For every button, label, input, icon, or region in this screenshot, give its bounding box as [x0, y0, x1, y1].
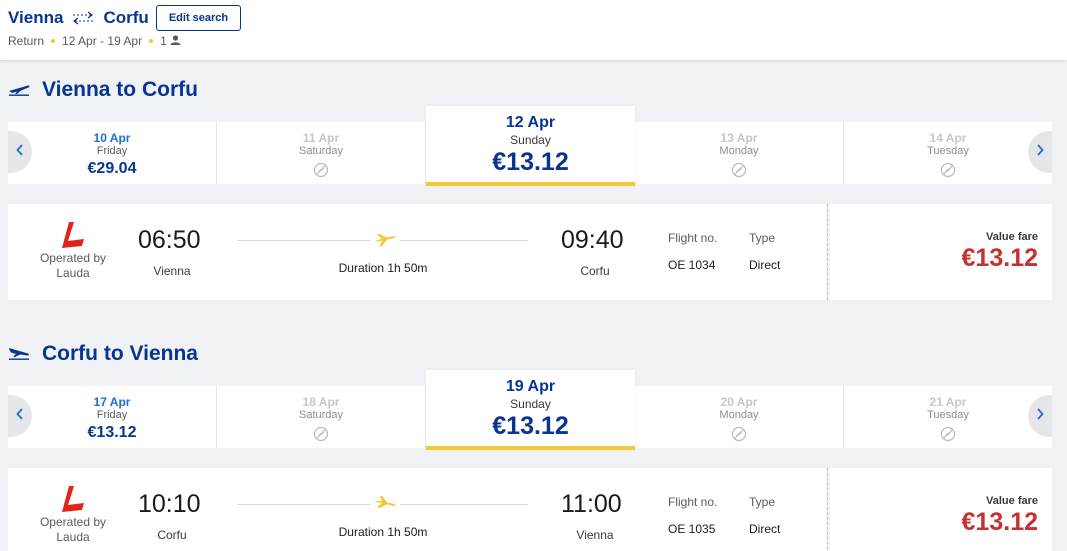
outbound-flight-card[interactable]: Operated by Lauda 06:50 Vienna Duration … — [8, 204, 1052, 300]
weekday-label: Tuesday — [927, 409, 969, 421]
origin-city: Vienna — [8, 8, 64, 27]
operated-by: Operated by Lauda — [39, 251, 107, 280]
arrival-city: Vienna — [576, 528, 614, 542]
fare-box[interactable]: Value fare €13.12 — [830, 204, 1052, 300]
arrival-city: Corfu — [580, 264, 610, 278]
trip-dates: 12 Apr - 19 Apr — [62, 34, 143, 48]
no-flight-icon — [313, 162, 329, 183]
trip-type: Return — [8, 34, 45, 48]
departure-time: 10:10 — [138, 490, 201, 518]
edit-search-button[interactable]: Edit search — [156, 5, 241, 31]
date-label: 20 Apr — [720, 395, 758, 409]
no-flight-icon — [940, 162, 956, 183]
date-label: 12 Apr — [505, 114, 556, 131]
no-flight-icon — [731, 426, 747, 447]
search-summary-bar: Vienna Corfu Edit search Return 12 Apr -… — [0, 0, 1067, 60]
date-label: 11 Apr — [302, 131, 340, 145]
flight-no-label: Flight no. — [668, 495, 718, 509]
lauda-logo — [60, 221, 86, 254]
flight-number: OE 1035 — [668, 522, 716, 536]
date-option: 20 Apr Monday — [635, 386, 844, 448]
flight-details: Operated by Lauda 10:10 Corfu Duration 1… — [8, 468, 826, 551]
chevron-right-icon — [1036, 407, 1044, 425]
fare-price: €13.12 — [961, 508, 1038, 536]
date-option: 18 Apr Saturday — [217, 386, 426, 448]
trip-meta: Return 12 Apr - 19 Apr 1 — [8, 34, 181, 48]
person-icon — [170, 34, 181, 48]
date-label: 18 Apr — [302, 395, 340, 409]
no-flight-icon — [313, 426, 329, 447]
weekday-label: Monday — [719, 145, 759, 157]
date-price: €13.12 — [87, 424, 137, 441]
route-summary: Vienna Corfu — [8, 8, 149, 28]
plane-takeoff-icon — [8, 78, 30, 102]
plane-landing-icon — [8, 342, 30, 366]
date-label: 19 Apr — [505, 378, 556, 395]
date-option[interactable]: 10 Apr Friday €29.04 — [8, 122, 217, 184]
date-label: 13 Apr — [720, 131, 758, 145]
type-label: Type — [749, 495, 776, 509]
passenger-count: 1 — [160, 34, 167, 48]
type-label: Type — [749, 231, 776, 245]
fare-box[interactable]: Value fare €13.12 — [830, 468, 1052, 551]
date-price: €29.04 — [87, 160, 137, 177]
weekday-label: Friday — [96, 145, 128, 157]
arrival-time: 09:40 — [561, 226, 624, 254]
separator-dot — [149, 39, 154, 43]
outbound-title: Vienna to Corfu — [8, 78, 198, 102]
flight-type: Direct — [749, 258, 781, 272]
weekday-label: Sunday — [510, 133, 551, 147]
date-label: 14 Apr — [929, 131, 967, 145]
lauda-logo — [60, 485, 86, 518]
plane-icon — [370, 495, 400, 515]
fare-label: Value fare — [986, 231, 1038, 243]
destination-city: Corfu — [103, 8, 149, 27]
date-price: €13.12 — [492, 148, 569, 176]
inbound-flight-card[interactable]: Operated by Lauda 10:10 Corfu Duration 1… — [8, 468, 1052, 551]
flight-no-label: Flight no. — [668, 231, 718, 245]
swap-arrows-icon — [71, 11, 95, 25]
weekday-label: Sunday — [510, 397, 551, 411]
date-label: 17 Apr — [93, 395, 131, 409]
flight-type: Direct — [749, 522, 781, 536]
weekday-label: Tuesday — [927, 145, 969, 157]
departure-city: Corfu — [157, 528, 187, 542]
selected-date-option[interactable]: 19 Apr Sunday €13.12 — [426, 370, 635, 450]
no-flight-icon — [940, 426, 956, 447]
chevron-right-icon — [1036, 143, 1044, 161]
date-option: 13 Apr Monday — [635, 122, 844, 184]
plane-icon — [370, 232, 400, 251]
fare-price: €13.12 — [961, 244, 1038, 272]
flight-details: Operated by Lauda 06:50 Vienna Duration … — [8, 204, 826, 300]
flight-duration: Duration 1h 50m — [338, 261, 428, 275]
departure-city: Vienna — [153, 264, 191, 278]
weekday-label: Saturday — [298, 145, 344, 157]
date-option: 21 Apr Tuesday — [844, 386, 1052, 448]
flight-duration: Duration 1h 50m — [338, 525, 428, 539]
separator-dot — [51, 39, 56, 43]
arrival-time: 11:00 — [561, 490, 622, 518]
flight-number: OE 1034 — [668, 258, 716, 272]
date-option: 14 Apr Tuesday — [844, 122, 1052, 184]
inbound-title-text: Corfu to Vienna — [42, 342, 198, 365]
operated-by: Operated by Lauda — [39, 515, 107, 544]
date-label: 21 Apr — [929, 395, 967, 409]
weekday-label: Monday — [719, 409, 759, 421]
departure-time: 06:50 — [138, 226, 201, 254]
selected-date-option[interactable]: 12 Apr Sunday €13.12 — [426, 106, 635, 186]
inbound-title: Corfu to Vienna — [8, 342, 198, 366]
weekday-label: Friday — [96, 409, 128, 421]
date-option: 11 Apr Saturday — [217, 122, 426, 184]
weekday-label: Saturday — [298, 409, 344, 421]
date-price: €13.12 — [492, 412, 569, 440]
no-flight-icon — [731, 162, 747, 183]
outbound-title-text: Vienna to Corfu — [42, 78, 198, 101]
fare-label: Value fare — [986, 495, 1038, 507]
date-label: 10 Apr — [93, 131, 131, 145]
date-option[interactable]: 17 Apr Friday €13.12 — [8, 386, 217, 448]
